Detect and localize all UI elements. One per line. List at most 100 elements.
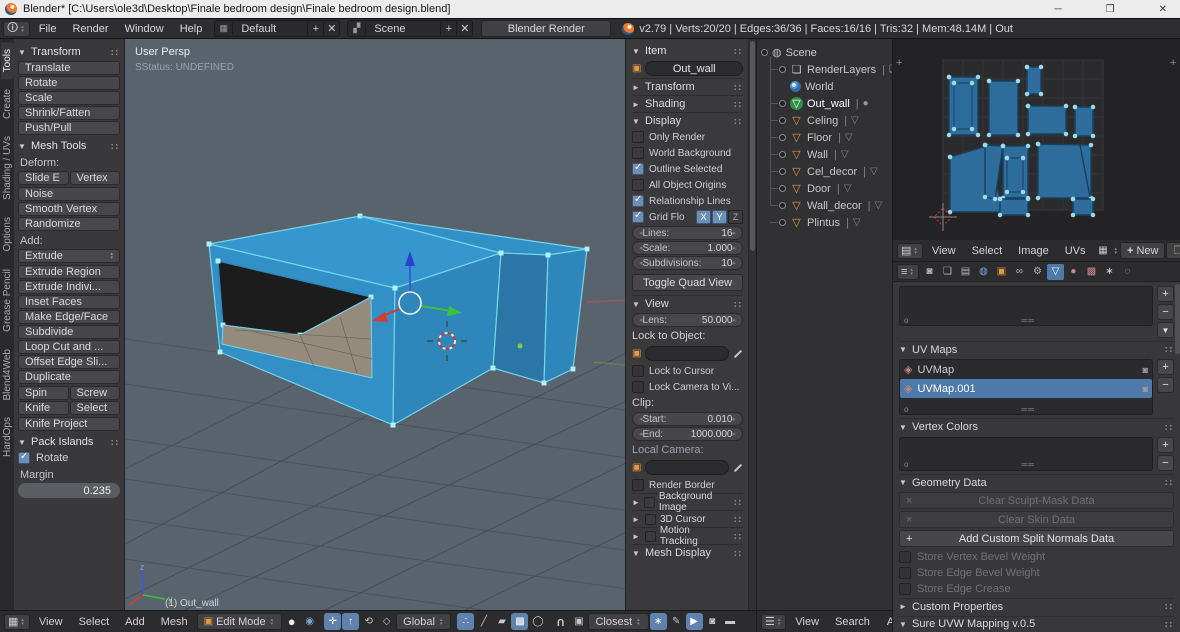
extrude-button[interactable]: Extrude▴▾ — [18, 249, 120, 263]
object-name[interactable]: RenderLayers — [807, 64, 876, 76]
checkbox[interactable] — [632, 131, 644, 143]
number-field[interactable]: ◂Subdivisions:10▸ — [632, 256, 743, 270]
add-scene-button[interactable]: + — [440, 23, 456, 35]
panel-grip-icon[interactable] — [110, 439, 120, 446]
clip-field[interactable]: ◂Start:0.010▸ — [632, 412, 743, 426]
object-ghost-icon[interactable] — [851, 115, 859, 126]
list-resize-grip[interactable]: ══ — [1022, 316, 1035, 325]
uv-menu[interactable]: View — [924, 245, 964, 257]
sure-uvw-panel-header[interactable]: ▼Sure UVW Mapping v.0.5 — [899, 616, 1174, 632]
tool-button[interactable]: Slide E — [18, 171, 69, 185]
snap-target-selector[interactable]: Closest▴▾ — [588, 613, 648, 630]
uv-map-row[interactable]: ◈UVMap◙ — [900, 360, 1152, 379]
tool-button[interactable]: Inset Faces — [18, 295, 120, 309]
outliner-item[interactable]: Wall | — [767, 146, 890, 163]
tool-button[interactable]: Extrude Indivi... — [18, 280, 120, 294]
image-browse-icon[interactable]: ▦ — [1095, 242, 1112, 259]
checkbox[interactable] — [18, 452, 30, 464]
uv-menu[interactable]: UVs — [1057, 245, 1094, 257]
view-checkbox-row[interactable]: Lock Camera to Vi... — [632, 379, 743, 395]
face-select-button[interactable]: ▰ — [493, 613, 510, 630]
delete-scene-button[interactable]: ✕ — [456, 22, 472, 35]
tool-button[interactable]: Spin — [18, 386, 69, 400]
limit-selection-button[interactable]: ▩ — [511, 613, 528, 630]
panel-grip-icon[interactable] — [1164, 603, 1174, 610]
expander-icon[interactable] — [779, 202, 786, 209]
object-name[interactable]: World — [805, 81, 834, 93]
object-name[interactable]: Door — [807, 183, 831, 195]
object-ghost-icon[interactable] — [863, 98, 869, 109]
translate-manipulator-button[interactable]: ↑ — [342, 613, 359, 630]
uv-map-row[interactable]: ◈UVMap.001◙ — [900, 379, 1152, 398]
remove-uv-map-button[interactable]: − — [1157, 377, 1174, 393]
tool-button[interactable]: Randomize — [18, 217, 120, 231]
starburst-icon-button[interactable]: ∗ — [650, 613, 667, 630]
editor-type-button[interactable]: ▦▴▾ — [4, 614, 30, 630]
tool-button[interactable]: Offset Edge Sli... — [18, 355, 120, 369]
expander-icon[interactable] — [779, 134, 786, 141]
shelf-tab[interactable]: HardOps — [1, 410, 14, 464]
checkbox[interactable] — [632, 381, 644, 393]
outliner-item[interactable]: Wall_decor | — [767, 197, 890, 214]
tool-button[interactable]: Knife — [18, 401, 69, 415]
outliner-item[interactable]: Cel_decor | — [767, 163, 890, 180]
geometry-checkbox-row[interactable]: Store Vertex Bevel Weight — [899, 549, 1174, 565]
infobar-menu[interactable]: Window — [117, 23, 172, 35]
lens-field[interactable]: ◂Lens:50.000▸ — [632, 313, 743, 327]
transform-panel-header[interactable]: ►Transform — [632, 78, 743, 95]
object-ghost-icon[interactable] — [874, 200, 882, 211]
checkbox[interactable] — [632, 211, 644, 223]
scene-selector[interactable]: ▞ Scene + ✕ — [347, 20, 473, 37]
add-item-button[interactable]: + — [1157, 286, 1174, 302]
vertex-colors-panel-header[interactable]: ▼Vertex Colors — [899, 418, 1174, 434]
scene-name[interactable]: Scene — [786, 47, 817, 59]
outliner-item[interactable]: RenderLayers | — [767, 61, 890, 78]
tool-button[interactable]: Shrink/Fatten — [18, 106, 120, 120]
panel-grip-icon[interactable] — [110, 49, 120, 56]
uv-menu[interactable]: Image — [1010, 245, 1057, 257]
checkbox[interactable] — [632, 179, 644, 191]
shelf-tab[interactable]: Blend4Web — [1, 342, 14, 408]
tool-button[interactable]: Extrude Region — [18, 265, 120, 279]
display-checkbox-row[interactable]: Outline Selected — [632, 161, 743, 177]
panel-grip-icon[interactable] — [110, 143, 120, 150]
list-resize-grip[interactable]: ══ — [1022, 405, 1035, 414]
display-checkbox-row[interactable]: All Object Origins — [632, 177, 743, 193]
object-name[interactable]: Celing — [807, 115, 838, 127]
remove-vertex-color-button[interactable]: − — [1157, 455, 1174, 471]
outliner-menu[interactable]: Search — [827, 616, 878, 628]
3d-viewport[interactable]: zy User Persp SStatus: UNDEFINED (1) Out… — [125, 39, 756, 610]
outliner-item[interactable]: Plintus | — [767, 214, 890, 231]
panel-grip-icon[interactable] — [733, 84, 743, 91]
add-layout-button[interactable]: + — [307, 23, 323, 35]
display-checkbox-row[interactable]: Only Render — [632, 129, 743, 145]
orientation-selector[interactable]: Global▴▾ — [396, 613, 451, 630]
tool-button[interactable]: Make Edge/Face — [18, 310, 120, 324]
checkbox[interactable] — [899, 583, 911, 595]
tool-button[interactable]: Duplicate — [18, 370, 120, 384]
item-panel-header[interactable]: ▼Item — [632, 43, 743, 59]
tool-button[interactable]: Smooth Vertex — [18, 202, 120, 216]
tool-button[interactable]: Subdivide — [18, 325, 120, 339]
object-ghost-icon[interactable] — [870, 166, 878, 177]
panel-grip-icon[interactable] — [733, 118, 743, 125]
vertex-select-button[interactable]: ∴ — [457, 613, 474, 630]
properties-tab[interactable]: ⚙ — [1029, 264, 1046, 280]
expander-icon[interactable] — [779, 66, 786, 73]
uv-menu[interactable]: Select — [964, 245, 1011, 257]
outliner-item[interactable]: Floor | — [767, 129, 890, 146]
new-image-button[interactable]: +New — [1120, 242, 1165, 259]
outliner-item[interactable]: Door | — [767, 180, 890, 197]
object-ghost-icon[interactable] — [889, 64, 892, 75]
viewport-menu[interactable]: Mesh — [153, 616, 196, 628]
remove-item-button[interactable]: − — [1157, 304, 1174, 320]
panel-grip-icon[interactable] — [1164, 424, 1174, 431]
panel-grip-icon[interactable] — [733, 533, 743, 540]
tool-button[interactable]: Loop Cut and ... — [18, 340, 120, 354]
expand-region-icon[interactable]: + — [1170, 57, 1176, 69]
render-camera-icon[interactable]: ◙ — [1143, 365, 1148, 375]
collapsed-panel-header[interactable]: ►Background Image — [632, 493, 743, 510]
editor-type-button[interactable]: ≡▴▾ — [897, 264, 919, 280]
uv-canvas[interactable]: + + — [893, 39, 1180, 239]
tool-button[interactable]: Rotate — [18, 76, 120, 90]
